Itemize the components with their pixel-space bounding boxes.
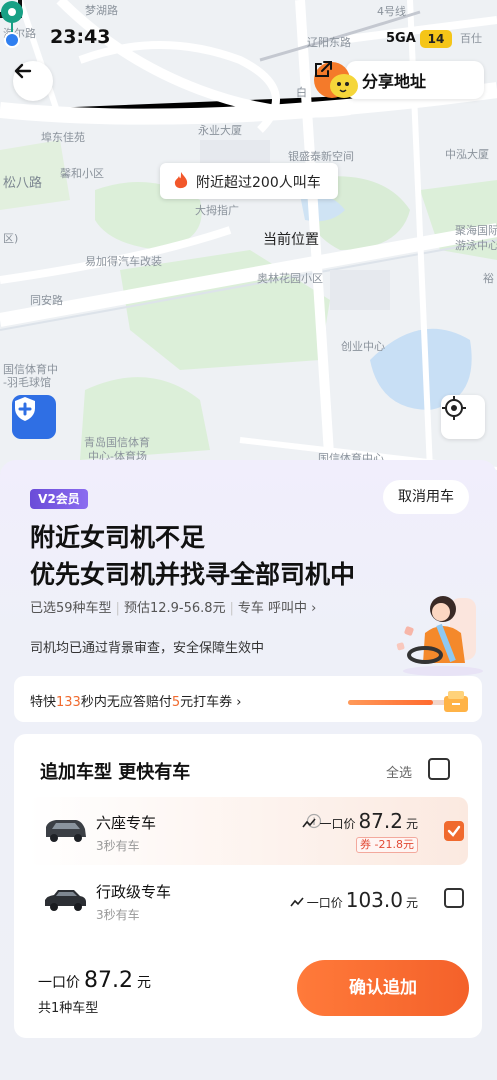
comp-pre: 特快 [30, 695, 57, 710]
car-option-row[interactable]: 六座专车 3秒有车 一口价 87.2 元 券 -21.8元 [28, 797, 468, 865]
trend-icon [302, 818, 317, 828]
map-view[interactable]: 梦湖路 海尔路 4号线 辽阳东路 百仕 白 埠东佳苑 永业大厦 银盛泰新空间 中… [0, 0, 497, 470]
total-price-label: 一口价 [38, 975, 80, 991]
compensation-progress [348, 700, 448, 705]
vip-badge: V2会员 [30, 489, 88, 509]
map-label: 辽阳东路 [307, 36, 351, 49]
cancel-ride-button[interactable]: 取消用车 [383, 480, 469, 514]
map-label: 松八路 [3, 176, 43, 191]
price-unit: 元 [405, 896, 418, 910]
map-label: 区) [3, 232, 19, 245]
van-icon [46, 820, 86, 842]
select-all-label: 全选 [386, 766, 413, 781]
coupon-badge: 券 -21.8元 [356, 837, 418, 853]
map-label: -羽毛球馆 [3, 376, 51, 389]
share-address-button[interactable]: 分享地址 [312, 58, 484, 102]
check-icon [447, 825, 461, 837]
map-label: 永业大厦 [198, 124, 242, 137]
car-eta: 3秒有车 [96, 908, 140, 922]
shield-icon [15, 397, 35, 421]
comp-post: 元打车券 › [180, 695, 242, 710]
coupon-icon [444, 691, 468, 712]
comp-amount: 5 [171, 695, 181, 710]
map-label: 白 [296, 86, 307, 99]
pickup-pin-icon [1, 1, 23, 48]
map-label: 埠东佳苑 [41, 131, 85, 144]
demand-callout: 附近超过200人叫车 [160, 163, 338, 199]
order-summary[interactable]: 已选59种车型 | 预估12.9-56.8元 | 专车 呼叫中 › [30, 597, 316, 616]
battery-indicator: 14 [420, 30, 452, 48]
map-label: 裕 [483, 272, 494, 285]
price-value: 87.2 [358, 809, 403, 833]
price-estimate: 预估12.9-56.8元 [123, 601, 226, 616]
total-price: 一口价 87.2 元 [38, 968, 151, 993]
share-label: 分享地址 [362, 72, 427, 91]
map-label: 游泳中心 [455, 239, 497, 252]
callout-text: 附近超过200人叫车 [196, 175, 321, 191]
compensation-text: 特快133秒内无应答赔付5元打车券 › [30, 691, 241, 710]
ride-type-status: 专车 呼叫中 › [237, 601, 317, 616]
car-name: 行政级专车 [96, 883, 172, 901]
price-label: 一口价 [319, 817, 356, 831]
sedan-icon [45, 890, 86, 911]
price-value: 103.0 [345, 888, 403, 912]
options-title: 追加车型 更快有车 [40, 762, 191, 783]
map-label: 馨和小区 [60, 167, 104, 180]
fire-icon [174, 172, 188, 189]
total-price-value: 87.2 [84, 968, 133, 993]
status-time: 23:43 [50, 26, 111, 48]
map-label: 梦湖路 [85, 4, 118, 17]
map-label: 同安路 [30, 294, 63, 307]
current-location-label: 当前位置 [263, 232, 319, 248]
locate-button[interactable] [441, 395, 485, 439]
back-button[interactable] [13, 61, 53, 101]
share-icon [315, 61, 332, 77]
map-label: 大拇指广 [195, 204, 239, 217]
network-type: 5GA [386, 31, 416, 46]
car-option-checkbox[interactable] [444, 888, 464, 908]
compensation-card[interactable]: 特快133秒内无应答赔付5元打车券 › [14, 676, 482, 722]
safety-button[interactable] [12, 395, 56, 439]
price-unit: 元 [405, 817, 418, 831]
car-name: 六座专车 [96, 814, 157, 832]
trend-icon [290, 897, 304, 907]
map-label: 银盛泰新空间 [288, 150, 354, 163]
map-label: 易加得汽车改装 [85, 255, 162, 268]
confirm-add-button[interactable]: 确认追加 [297, 960, 469, 1016]
car-eta: 3秒有车 [96, 839, 140, 853]
map-label: 4号线 [377, 5, 406, 18]
comp-mid: 秒内无应答赔付 [80, 695, 172, 710]
locate-icon [442, 396, 466, 420]
selected-models: 已选59种车型 [30, 601, 112, 616]
select-all-checkbox[interactable] [428, 758, 450, 780]
driver-illustration [396, 596, 483, 676]
arrow-left-icon [14, 63, 32, 79]
total-price-unit: 元 [136, 975, 151, 991]
headline-line-2: 优先女司机并找寻全部司机中 [30, 560, 356, 589]
map-label: 百仕 [460, 32, 482, 45]
total-count: 共1种车型 [38, 1001, 99, 1016]
price-label: 一口价 [306, 896, 343, 910]
map-label: 中泓大厦 [445, 148, 489, 161]
map-label: 奥林花园小区 [257, 272, 323, 285]
map-label: 聚海国际 [455, 224, 497, 237]
headline-line-1: 附近女司机不足 [30, 523, 206, 552]
car-option-checkbox[interactable] [444, 821, 464, 841]
car-price: 一口价 103.0 元 [290, 888, 418, 912]
comp-seconds: 133 [56, 695, 81, 710]
car-price: 一口价 87.2 元 [302, 809, 418, 833]
map-label: 创业中心 [341, 340, 385, 353]
car-option-row[interactable]: 行政级专车 3秒有车 一口价 103.0 元 [28, 866, 468, 934]
safety-notice: 司机均已通过背景审查，安全保障生效中 [30, 641, 265, 656]
compensation-progress-fill [348, 700, 433, 705]
